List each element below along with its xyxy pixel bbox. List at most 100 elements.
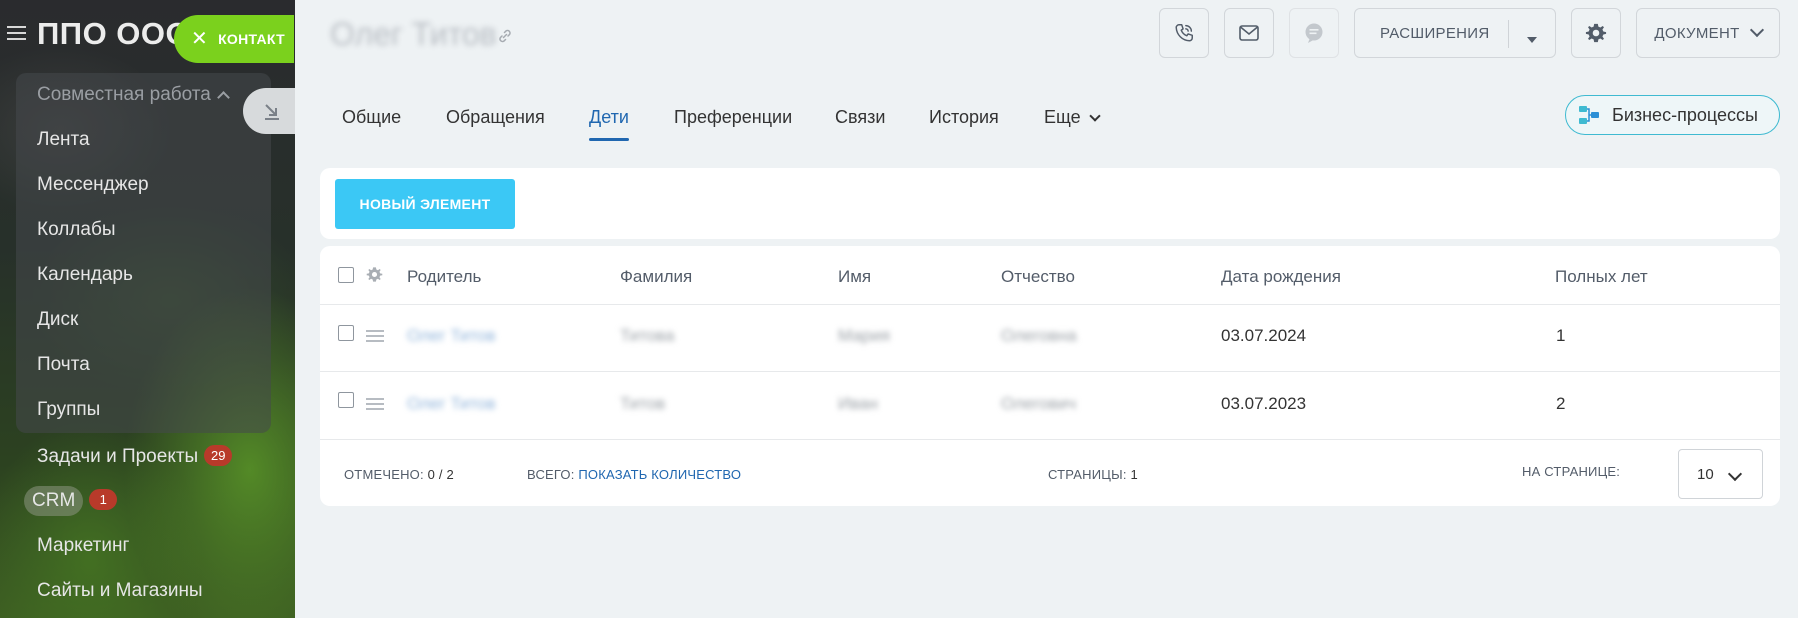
divider xyxy=(320,371,1780,372)
phone-icon xyxy=(1175,24,1193,42)
patronymic-cell: Олегович xyxy=(1001,394,1077,413)
column-header-surname[interactable]: Фамилия xyxy=(620,267,692,287)
chevron-down-icon xyxy=(1727,466,1743,482)
per-page-label: НА СТРАНИЦЕ: xyxy=(1522,464,1621,479)
surname-cell: Титов xyxy=(620,394,666,413)
tab-more-label: Еще xyxy=(1044,107,1081,127)
business-processes-label: Бизнес-процессы xyxy=(1612,104,1758,125)
close-contact-slider-button[interactable]: ✕ КОНТАКТ xyxy=(174,15,294,63)
contact-label: КОНТАКТ xyxy=(218,31,285,47)
call-button[interactable] xyxy=(1159,8,1209,58)
sidebar-item-sites[interactable]: Сайты и Магазины xyxy=(37,580,203,602)
parent-link[interactable]: Олег Титов xyxy=(407,326,496,346)
sidebar-group-label: Совместная работа xyxy=(37,84,211,105)
selected-label: ОТМЕЧЕНО: xyxy=(344,467,424,482)
new-element-button[interactable]: НОВЫЙ ЭЛЕМЕНТ xyxy=(335,179,515,229)
page-title: Олег Титов xyxy=(330,16,497,52)
tab-requests[interactable]: Обращения xyxy=(446,107,545,128)
total-counter: ВСЕГО: ПОКАЗАТЬ КОЛИЧЕСТВО xyxy=(527,467,741,482)
selected-counter: ОТМЕЧЕНО: 0 / 2 xyxy=(344,467,454,482)
caret-down-icon xyxy=(1527,37,1537,43)
tab-preferences[interactable]: Преференции xyxy=(674,107,792,128)
sidebar-item-marketing[interactable]: Маркетинг xyxy=(37,535,129,557)
grid-toolbar: НОВЫЙ ЭЛЕМЕНТ xyxy=(320,168,1780,239)
extensions-label: РАСШИРЕНИЯ xyxy=(1380,24,1490,42)
birthdate-cell: 03.07.2023 xyxy=(1221,394,1307,413)
gear-icon xyxy=(1585,23,1607,43)
chat-icon xyxy=(1305,23,1323,43)
show-count-link[interactable]: ПОКАЗАТЬ КОЛИЧЕСТВО xyxy=(578,467,741,482)
settings-button[interactable] xyxy=(1571,8,1621,58)
minimize-icon xyxy=(265,104,279,120)
birthdate-cell: 03.07.2024 xyxy=(1221,326,1307,345)
sidebar-item-calendar[interactable]: Календарь xyxy=(37,264,133,286)
link-icon[interactable] xyxy=(497,28,513,44)
tasks-count-badge: 29 xyxy=(204,445,233,466)
business-process-icon xyxy=(1579,106,1599,124)
sidebar-item-label: CRM xyxy=(24,486,84,516)
sidebar-item-messenger[interactable]: Мессенджер xyxy=(37,174,149,196)
selected-value: 0 / 2 xyxy=(427,467,454,482)
divider xyxy=(320,439,1780,440)
total-label: ВСЕГО: xyxy=(527,467,575,482)
sidebar-item-mail[interactable]: Почта xyxy=(37,354,90,376)
business-processes-button[interactable]: Бизнес-процессы xyxy=(1565,95,1780,135)
document-label: ДОКУМЕНТ xyxy=(1654,24,1740,42)
drag-handle-icon[interactable] xyxy=(366,398,384,410)
column-header-parent[interactable]: Родитель xyxy=(407,267,481,287)
sidebar-item-tasks[interactable]: Задачи и Проекты 29 xyxy=(37,445,233,468)
column-header-age[interactable]: Полных лет xyxy=(1555,267,1648,287)
sidebar-item-collabs[interactable]: Коллабы xyxy=(37,219,116,241)
chevron-up-icon xyxy=(216,91,230,104)
name-cell: Иван xyxy=(838,394,878,413)
surname-cell: Титова xyxy=(620,326,675,345)
divider xyxy=(320,304,1780,305)
sidebar-item-disk[interactable]: Диск xyxy=(37,309,78,331)
age-cell: 1 xyxy=(1556,326,1566,345)
gear-icon[interactable] xyxy=(366,266,383,283)
column-header-patronymic[interactable]: Отчество xyxy=(1001,267,1075,287)
chevron-down-icon xyxy=(1749,22,1764,38)
age-cell: 2 xyxy=(1556,394,1566,413)
name-cell: Мария xyxy=(838,326,890,345)
chevron-down-icon xyxy=(1088,110,1101,122)
pages-value: 1 xyxy=(1130,467,1138,482)
children-grid: Родитель Фамилия Имя Отчество Дата рожде… xyxy=(320,246,1780,506)
per-page-select[interactable]: 10 xyxy=(1678,449,1763,499)
tab-general[interactable]: Общие xyxy=(342,107,401,128)
row-checkbox[interactable] xyxy=(338,392,354,408)
parent-link[interactable]: Олег Титов xyxy=(407,394,496,414)
envelope-icon xyxy=(1239,25,1259,41)
column-header-birthdate[interactable]: Дата рождения xyxy=(1221,267,1341,287)
row-checkbox[interactable] xyxy=(338,325,354,341)
company-logo[interactable]: ППО ООО xyxy=(37,16,190,52)
main-content: Олег Титов РАСШИРЕНИЯ ДОКУМЕНТ Общие Обр… xyxy=(295,0,1798,618)
minimize-slider-button[interactable] xyxy=(243,88,295,134)
pages-label: СТРАНИЦЫ: xyxy=(1048,467,1127,482)
document-button[interactable]: ДОКУМЕНТ xyxy=(1636,8,1780,58)
extensions-dropdown-button[interactable] xyxy=(1527,30,1537,48)
collaboration-group xyxy=(16,73,271,433)
tab-history[interactable]: История xyxy=(929,107,999,128)
sidebar-item-label: Задачи и Проекты xyxy=(37,446,199,467)
divider xyxy=(1508,20,1509,48)
sidebar-group-collaboration[interactable]: Совместная работа xyxy=(37,84,230,106)
sidebar-item-crm[interactable]: CRM 1 xyxy=(24,486,118,516)
sidebar-item-groups[interactable]: Группы xyxy=(37,399,100,421)
tab-children[interactable]: Дети xyxy=(589,107,629,141)
per-page-value: 10 xyxy=(1697,465,1714,483)
close-icon: ✕ xyxy=(191,28,209,50)
email-button[interactable] xyxy=(1224,8,1274,58)
patronymic-cell: Олеговна xyxy=(1001,326,1077,345)
tab-more[interactable]: Еще xyxy=(1044,107,1101,128)
chat-button[interactable] xyxy=(1289,8,1339,58)
tab-relations[interactable]: Связи xyxy=(835,107,885,128)
menu-icon[interactable] xyxy=(7,26,26,41)
extensions-button[interactable]: РАСШИРЕНИЯ xyxy=(1354,8,1556,58)
column-header-name[interactable]: Имя xyxy=(838,267,871,287)
select-all-checkbox[interactable] xyxy=(338,267,354,283)
drag-handle-icon[interactable] xyxy=(366,330,384,342)
sidebar-item-feed[interactable]: Лента xyxy=(37,129,90,151)
crm-count-badge: 1 xyxy=(89,489,118,510)
pages-counter: СТРАНИЦЫ: 1 xyxy=(1048,467,1138,482)
